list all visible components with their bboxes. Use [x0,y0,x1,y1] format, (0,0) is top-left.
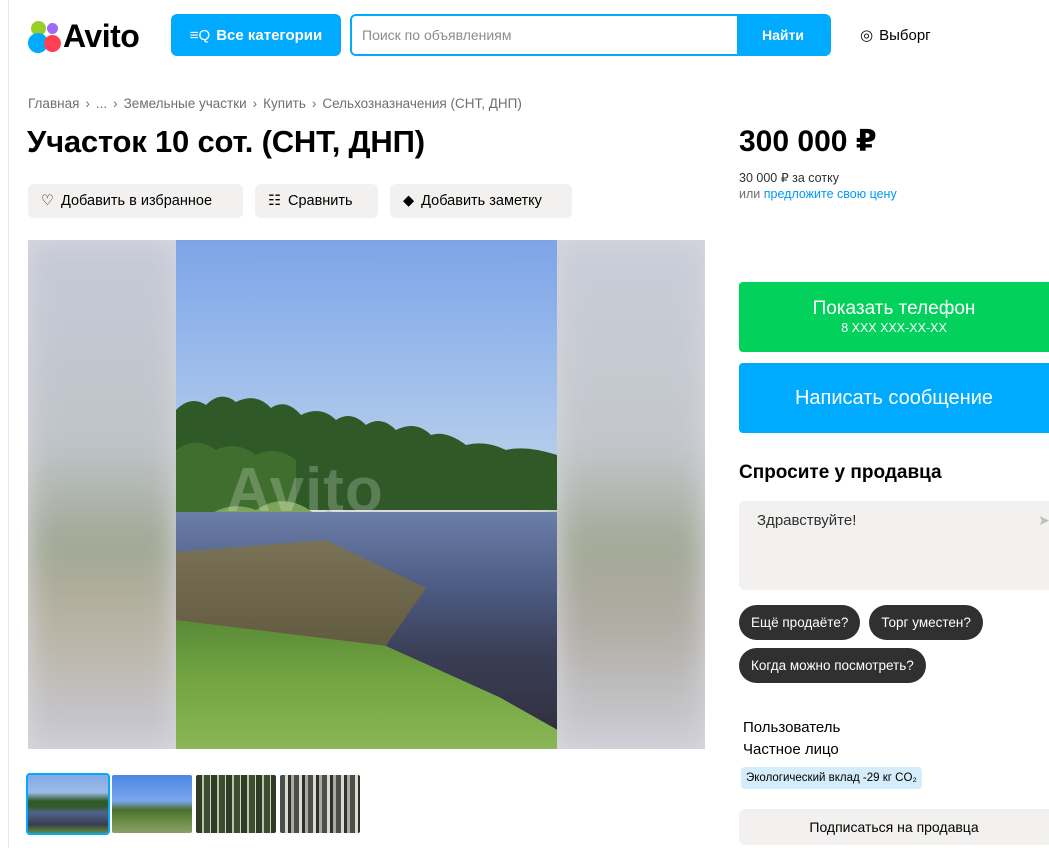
quick-question-bargain[interactable]: Торг уместен? [869,605,983,640]
add-note-label: Добавить заметку [421,193,542,209]
breadcrumb: Главная › ... › Земельные участки › Купи… [28,96,522,111]
breadcrumb-separator-icon: › [113,96,118,111]
quick-question-still-selling[interactable]: Ещё продаёте? [739,605,861,640]
compare-icon: ☷ [268,193,281,209]
breadcrumb-item-agricultural[interactable]: Сельхозназначения (СНТ, ДНП) [322,96,521,111]
heart-icon: ♡ [41,193,54,209]
breadcrumb-item-home[interactable]: Главная [28,96,79,111]
quick-question-when-view[interactable]: Когда можно посмотреть? [739,648,926,683]
breadcrumb-item-buy[interactable]: Купить [263,96,306,111]
note-icon: ◆ [403,193,415,209]
location-pin-icon: ◎ [860,27,874,44]
quick-questions: Ещё продаёте? Торг уместен? Когда можно … [739,605,1044,683]
eco-contribution-badge[interactable]: Экологический вклад -29 кг CO₂ [741,767,922,789]
location-selector[interactable]: ◎ Выборг [860,14,931,56]
price-offer-prefix: или [739,187,761,201]
breadcrumb-item-land[interactable]: Земельные участки [124,96,247,111]
breadcrumb-separator-icon: › [252,96,258,111]
page-left-rule [8,0,9,848]
logo-dots-icon [27,19,61,53]
ask-seller-input[interactable]: Здравствуйте! [739,501,1049,590]
seller-type: Частное лицо [743,741,839,758]
photo-gallery[interactable]: Avito [28,240,705,749]
show-phone-label: Показать телефон [812,298,976,319]
thumbnail-4[interactable] [280,775,360,833]
add-to-favorites-button[interactable]: ♡ Добавить в избранное [28,184,243,218]
thumbnail-3[interactable] [196,775,276,833]
main-photo[interactable]: Avito [176,240,557,749]
masked-phone: 8 XXX XXX-XX-XX [841,321,947,335]
price-offer: или предложите свою цену [739,187,897,201]
avito-watermark: Avito [226,456,384,525]
price-per-sotka: 30 000 ₽ за сотку [739,171,839,185]
breadcrumb-separator-icon: › [85,96,90,111]
gallery-blur-left [28,240,176,749]
categories-search-icon: ≡Q [189,26,211,44]
all-categories-label: Все категории [216,26,323,44]
thumbnail-2[interactable] [112,775,192,833]
seller-name[interactable]: Пользователь [743,719,840,736]
gallery-blur-right [557,240,705,749]
show-phone-button[interactable]: Показать телефон 8 XXX XXX-XX-XX [739,282,1049,352]
thumbnail-strip [26,773,360,835]
search-button[interactable]: Найти [737,16,829,54]
write-message-button[interactable]: Написать сообщение [739,363,1049,433]
send-icon[interactable]: ➤ [1038,512,1049,529]
listing-title: Участок 10 сот. (СНТ, ДНП) [27,124,425,159]
location-label: Выборг [879,26,931,44]
thumbnail-1[interactable] [26,773,110,835]
logo-text: Avito [63,17,140,54]
listing-actions: ♡ Добавить в избранное ☷ Сравнить ◆ Доба… [28,184,572,218]
avito-logo[interactable]: Avito [27,16,140,56]
price: 300 000 ₽ [739,125,877,158]
ask-seller-title: Спросите у продавца [739,462,942,483]
search-bar: Найти [350,14,831,56]
search-input[interactable] [352,16,737,54]
subscribe-seller-button[interactable]: Подписаться на продавца [739,809,1049,845]
compare-label: Сравнить [288,193,353,209]
add-to-favorites-label: Добавить в избранное [61,193,213,209]
add-note-button[interactable]: ◆ Добавить заметку [390,184,572,218]
offer-price-link[interactable]: предложите свою цену [764,187,897,201]
all-categories-button[interactable]: ≡Q Все категории [171,14,341,56]
compare-button[interactable]: ☷ Сравнить [255,184,378,218]
breadcrumb-separator-icon: › [311,96,317,111]
breadcrumb-item-ellipsis[interactable]: ... [96,96,107,111]
